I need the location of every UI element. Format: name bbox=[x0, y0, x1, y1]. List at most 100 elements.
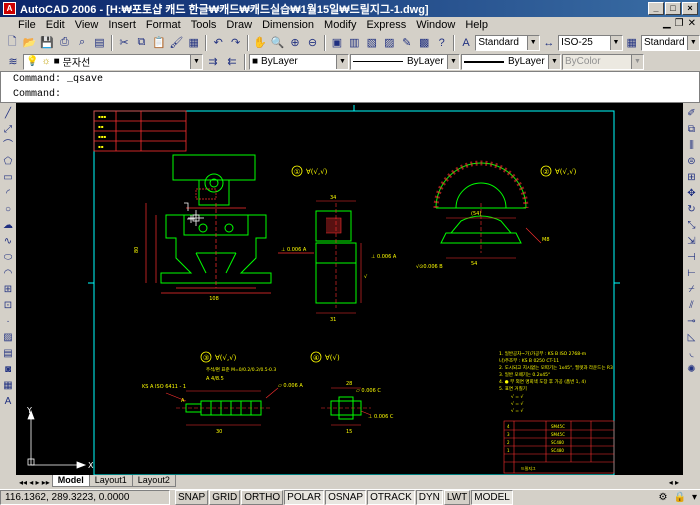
lock-icon[interactable]: 🔒 bbox=[671, 492, 689, 503]
block-editor-icon[interactable]: ▦ bbox=[186, 34, 202, 52]
tab-model[interactable]: Model bbox=[51, 475, 90, 487]
zoom-realtime-icon[interactable]: 🔍 bbox=[269, 34, 285, 52]
explode-icon[interactable]: ✺ bbox=[685, 363, 699, 377]
horizontal-scrollbar[interactable]: ◂ ▸ bbox=[669, 478, 683, 487]
rectangle-icon[interactable]: ▭ bbox=[1, 171, 15, 185]
trim-icon[interactable]: ⊣ bbox=[685, 251, 699, 265]
cut-icon[interactable]: ✂ bbox=[116, 34, 132, 52]
chamfer-icon[interactable]: ◺ bbox=[685, 331, 699, 345]
close-button[interactable]: × bbox=[682, 2, 698, 15]
menu-insert[interactable]: Insert bbox=[103, 19, 141, 31]
table-icon[interactable]: ▦ bbox=[1, 379, 15, 393]
layer-manager-icon[interactable]: ≋ bbox=[4, 53, 22, 71]
coordinate-display[interactable]: 116.1362, 289.3223, 0.0000 bbox=[0, 490, 170, 505]
drawing-canvas[interactable]: ▪▪▪▪▪▪▪▪▪▪ 108 80 ⊥ 0.006 A 3431√⊥ 0.006… bbox=[16, 103, 683, 475]
menu-view[interactable]: View bbox=[70, 19, 104, 31]
spline-icon[interactable]: ∿ bbox=[1, 235, 15, 249]
move-icon[interactable]: ✥ bbox=[685, 187, 699, 201]
doc-close-icon[interactable]: ✕ bbox=[688, 18, 696, 29]
osnap-toggle[interactable]: OSNAP bbox=[325, 490, 367, 505]
match-properties-icon[interactable]: 🖌 bbox=[168, 34, 184, 52]
join-icon[interactable]: ⊸ bbox=[685, 315, 699, 329]
arc-icon[interactable]: ◜ bbox=[1, 187, 15, 201]
doc-minimize-icon[interactable]: ▁ bbox=[663, 18, 671, 29]
design-center-icon[interactable]: ▥ bbox=[346, 34, 362, 52]
lwt-toggle[interactable]: LWT bbox=[443, 490, 471, 505]
text-style-select[interactable]: Standard ▼ bbox=[475, 34, 540, 51]
fillet-icon[interactable]: ◟ bbox=[685, 347, 699, 361]
grid-toggle[interactable]: GRID bbox=[209, 490, 241, 505]
pan-icon[interactable]: ✋ bbox=[252, 34, 268, 52]
maximize-button[interactable]: □ bbox=[665, 2, 681, 15]
zoom-window-icon[interactable]: ⊕ bbox=[287, 34, 303, 52]
region-icon[interactable]: ◙ bbox=[1, 363, 15, 377]
markup-icon[interactable]: ✎ bbox=[399, 34, 415, 52]
print-icon[interactable]: ⎙ bbox=[56, 34, 72, 52]
point-icon[interactable]: · bbox=[1, 315, 15, 329]
ellipse-icon[interactable]: ⬭ bbox=[1, 251, 15, 265]
drawing-area[interactable]: ▪▪▪ ▪▪ ▪▪▪ ▪▪ 108 80 ⊥ 0.006 A 34 31 √ ⊥… bbox=[16, 103, 683, 475]
menu-format[interactable]: Format bbox=[141, 19, 186, 31]
break-at-point-icon[interactable]: ⌿ bbox=[685, 283, 699, 297]
dyn-toggle[interactable]: DYN bbox=[415, 490, 443, 505]
dim-style-select[interactable]: ISO-25 ▼ bbox=[558, 34, 623, 51]
hatch-icon[interactable]: ▨ bbox=[1, 331, 15, 345]
mtext-icon[interactable]: A bbox=[1, 395, 15, 409]
mirror-icon[interactable]: ⫼ bbox=[685, 139, 699, 153]
menu-modify[interactable]: Modify bbox=[319, 19, 361, 31]
layer-previous-icon[interactable]: ⇇ bbox=[223, 53, 241, 71]
lineweight-control-select[interactable]: ByLayer ▼ bbox=[461, 53, 561, 70]
make-block-icon[interactable]: ⊡ bbox=[1, 299, 15, 313]
scale-icon[interactable]: ⤡ bbox=[685, 219, 699, 233]
save-icon[interactable]: 💾 bbox=[39, 34, 55, 52]
command-prompt-line[interactable]: Command: bbox=[13, 87, 699, 102]
tab-scroll-arrows[interactable]: ◂◂ ◂ ▸ ▸▸ bbox=[16, 478, 53, 487]
help-icon[interactable]: ? bbox=[433, 34, 449, 52]
print-preview-icon[interactable]: ⌕ bbox=[74, 34, 90, 52]
color-control-select[interactable]: ■ ByLayer ▼ bbox=[249, 53, 349, 70]
copy-icon[interactable]: ⧉ bbox=[133, 34, 149, 52]
array-icon[interactable]: ⊞ bbox=[685, 171, 699, 185]
menu-file[interactable]: File bbox=[2, 19, 41, 31]
table-style-select[interactable]: Standard ▼ bbox=[640, 34, 700, 51]
table-style-icon[interactable]: ▦ bbox=[624, 34, 640, 52]
rotate-icon[interactable]: ↻ bbox=[685, 203, 699, 217]
ortho-toggle[interactable]: ORTHO bbox=[241, 490, 284, 505]
copy-object-icon[interactable]: ⧉ bbox=[685, 123, 699, 137]
menu-tools[interactable]: Tools bbox=[186, 19, 222, 31]
undo-icon[interactable]: ↶ bbox=[210, 34, 226, 52]
minimize-button[interactable]: _ bbox=[648, 2, 664, 15]
layer-select[interactable]: 💡 ☼ ■ 문자선 ▼ bbox=[23, 53, 203, 70]
paste-icon[interactable]: 📋 bbox=[151, 34, 167, 52]
communication-center-icon[interactable]: ⚙ bbox=[656, 492, 671, 503]
command-window[interactable]: Command: _qsave Command: bbox=[0, 71, 700, 103]
tray-settings-icon[interactable]: ▾ bbox=[689, 492, 700, 503]
menu-edit[interactable]: Edit bbox=[41, 19, 70, 31]
zoom-previous-icon[interactable]: ⊖ bbox=[304, 34, 320, 52]
linetype-control-select[interactable]: ByLayer ▼ bbox=[350, 53, 460, 70]
model-toggle[interactable]: MODEL bbox=[471, 490, 513, 505]
redo-icon[interactable]: ↷ bbox=[227, 34, 243, 52]
extend-icon[interactable]: ⊢ bbox=[685, 267, 699, 281]
doc-restore-icon[interactable]: ❐ bbox=[675, 18, 684, 29]
line-icon[interactable]: ╱ bbox=[1, 107, 15, 121]
offset-icon[interactable]: ⊜ bbox=[685, 155, 699, 169]
ellipse-arc-icon[interactable]: ◠ bbox=[1, 267, 15, 281]
tool-palettes-icon[interactable]: ▧ bbox=[364, 34, 380, 52]
dim-style-icon[interactable]: ↔ bbox=[541, 34, 557, 52]
circle-icon[interactable]: ○ bbox=[1, 203, 15, 217]
polyline-icon[interactable]: ⌒ bbox=[1, 139, 15, 153]
stretch-icon[interactable]: ⇲ bbox=[685, 235, 699, 249]
tab-layout1[interactable]: Layout1 bbox=[88, 475, 133, 487]
break-icon[interactable]: ⫽ bbox=[685, 299, 699, 313]
new-file-icon[interactable]: 🗋 bbox=[4, 34, 20, 52]
menu-express[interactable]: Express bbox=[361, 19, 411, 31]
polar-toggle[interactable]: POLAR bbox=[284, 490, 325, 505]
sheet-set-icon[interactable]: ▨ bbox=[381, 34, 397, 52]
tab-layout2[interactable]: Layout2 bbox=[131, 475, 176, 487]
construction-line-icon[interactable]: ⤢ bbox=[1, 123, 15, 137]
text-style-icon[interactable]: A bbox=[458, 34, 474, 52]
revision-cloud-icon[interactable]: ☁ bbox=[1, 219, 15, 233]
publish-icon[interactable]: ▤ bbox=[91, 34, 107, 52]
menu-draw[interactable]: Draw bbox=[221, 19, 257, 31]
